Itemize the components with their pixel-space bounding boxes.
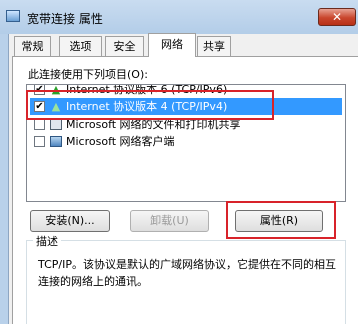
items-list-caption: 此连接使用下列项目(O): — [28, 68, 148, 81]
ipv4-checkbox[interactable]: ✔ — [34, 101, 45, 112]
uninstall-button[interactable]: 卸载(U) — [130, 210, 209, 232]
list-item-file-printer-sharing[interactable]: Microsoft 网络的文件和打印机共享 — [30, 116, 342, 133]
list-item-label: Internet 协议版本 4 (TCP/IPv4) — [66, 100, 228, 113]
properties-button[interactable]: 属性(R) — [235, 210, 323, 232]
list-item-label: Microsoft 网络的文件和打印机共享 — [66, 118, 241, 131]
network-protocol-icon: ▲ — [51, 84, 61, 96]
tab-security[interactable]: 安全 — [105, 36, 144, 56]
list-item-ipv6[interactable]: ✔ ▲ Internet 协议版本 6 (TCP/IPv6) — [30, 84, 342, 98]
network-client-icon — [50, 136, 62, 147]
printer-share-icon — [50, 119, 62, 130]
description-title: 描述 — [33, 233, 61, 249]
tab-network[interactable]: 网络 — [148, 33, 196, 57]
window-title: 宽带连接 属性 — [27, 12, 103, 26]
description-text: TCP/IP。该协议是默认的广域网络协议，它提供在不同的相互连接的网络上的通讯。 — [38, 258, 336, 288]
tab-general[interactable]: 常规 — [14, 36, 51, 56]
network-client-checkbox[interactable] — [34, 136, 45, 147]
list-item-network-client[interactable]: Microsoft 网络客户端 — [30, 133, 342, 150]
tab-options[interactable]: 选项 — [59, 36, 102, 56]
install-button[interactable]: 安装(N)... — [30, 210, 110, 232]
tab-sharing[interactable]: 共享 — [197, 36, 231, 56]
ipv6-checkbox[interactable]: ✔ — [34, 85, 45, 95]
list-item-label: Internet 协议版本 6 (TCP/IPv6) — [66, 84, 228, 96]
network-protocol-icon: ▲ — [51, 100, 61, 113]
list-item-label: Microsoft 网络客户端 — [66, 135, 175, 148]
list-item-ipv4[interactable]: ✔ ▲ Internet 协议版本 4 (TCP/IPv4) — [30, 98, 342, 115]
network-items-list[interactable]: ✔ ▲ Internet 协议版本 6 (TCP/IPv6) ✔ ▲ Inter… — [26, 84, 346, 202]
close-button[interactable]: ✕ — [318, 8, 356, 26]
title-bar: 宽带连接 属性 ✕ — [0, 0, 358, 34]
file-printer-sharing-checkbox[interactable] — [34, 119, 45, 130]
connection-icon — [6, 10, 20, 22]
